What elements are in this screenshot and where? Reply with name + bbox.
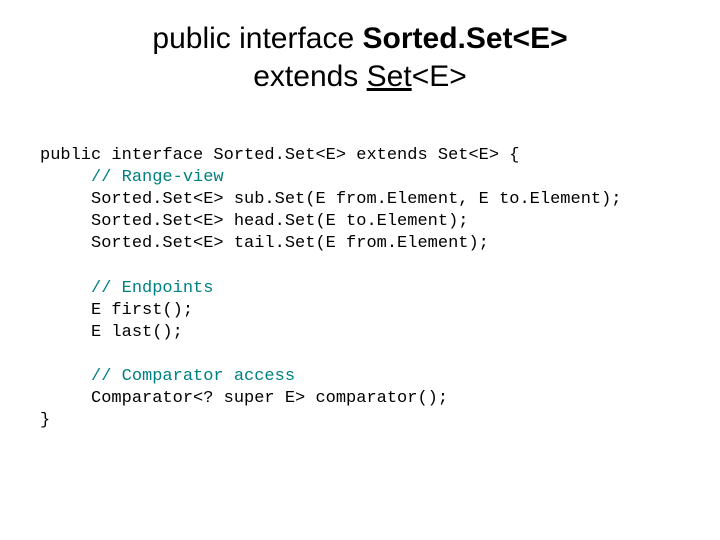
code-line: Sorted.Set<E> sub.Set(E from.Element, E … [40,190,622,209]
code-line: Comparator<? super E> comparator(); [40,389,448,408]
code-line: } [40,411,50,430]
title-line2-plain: extends [253,60,366,93]
code-block: public interface Sorted.Set<E> extends S… [40,123,680,454]
code-line: E last(); [40,323,183,342]
title-line2-tail: <E> [412,60,467,93]
title-line2-link: Set [367,60,412,93]
slide-title: public interface Sorted.Set<E> extends S… [40,20,680,95]
code-comment: // Comparator access [40,367,295,386]
title-line1-plain: public interface [152,22,362,55]
code-line: public interface Sorted.Set<E> extends S… [40,146,519,165]
code-line: E first(); [40,301,193,320]
code-line: Sorted.Set<E> head.Set(E to.Element); [40,212,468,231]
code-comment: // Endpoints [40,279,213,298]
title-line1-bold: Sorted.Set<E> [363,22,568,55]
code-comment: // Range-view [40,168,224,187]
code-line: Sorted.Set<E> tail.Set(E from.Element); [40,234,489,253]
slide: public interface Sorted.Set<E> extends S… [0,0,720,474]
